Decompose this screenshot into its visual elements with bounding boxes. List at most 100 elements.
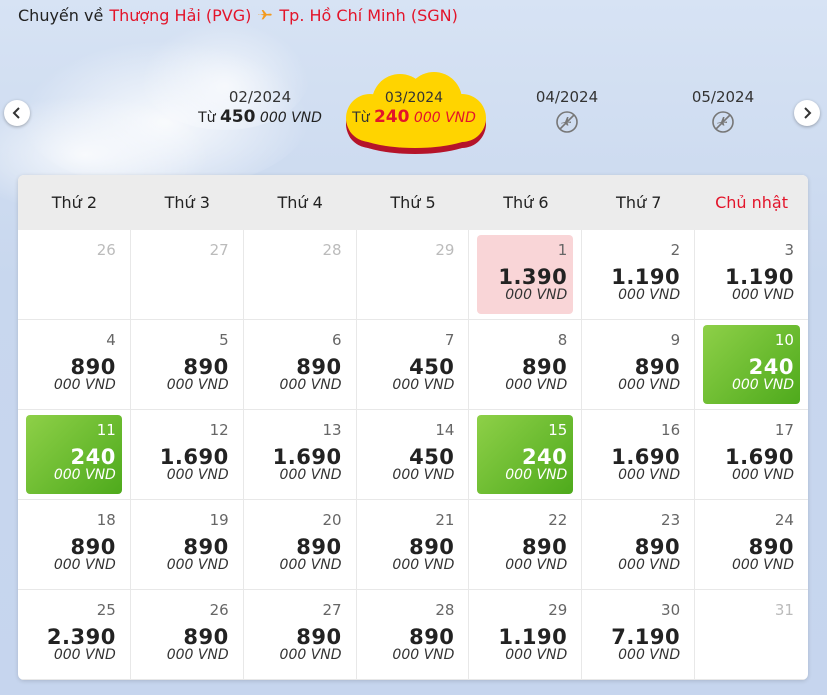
day-number: 20 [322,511,342,529]
day-price: 1.390 [498,265,568,289]
day-price: 890 [409,625,455,649]
calendar-day-cell[interactable]: 16 1.690 000 VND [582,410,696,500]
calendar-day-cell[interactable]: 14 450 000 VND [356,410,470,500]
price-unit: 000 VND [279,467,342,483]
price-unit: 000 VND [618,287,681,303]
calendar-day-cell[interactable]: 28 890 000 VND [356,590,470,680]
calendar-day-cell[interactable]: 13 1.690 000 VND [243,410,357,500]
day-number: 6 [332,331,342,349]
calendar-day-cell[interactable]: 4 890 000 VND [18,320,131,410]
day-number: 1 [557,241,568,259]
calendar-day-cell[interactable]: 8 890 000 VND [469,320,583,410]
day-price: 7.190 [611,625,681,649]
day-price: 890 [183,535,229,559]
calendar-day-cell[interactable]: 7 450 000 VND [356,320,470,410]
month-tab-mar-selected[interactable]: 03/2024 Từ 240 000 VND [340,68,488,154]
calendar-day-cell[interactable]: 9 890 000 VND [582,320,696,410]
price-unit: 000 VND [731,287,794,303]
calendar-day-cell[interactable]: 15 240 000 VND [469,410,583,500]
price-unit: 000 VND [279,377,342,393]
calendar-day-cell[interactable]: 21 890 000 VND [356,500,470,590]
weekday-tue: Thứ 3 [164,193,210,212]
calendar-day-cell[interactable]: 20 890 000 VND [243,500,357,590]
day-price: 240 [521,445,568,469]
day-price: 890 [409,535,455,559]
day-number: 26 [96,241,116,259]
calendar-day-cell[interactable]: 3 1.190 000 VND [695,230,808,320]
day-price: 890 [748,535,794,559]
day-cell-content: 12 1.690 000 VND [139,415,235,494]
day-number: 16 [661,421,681,439]
day-price: 890 [634,535,681,559]
day-number: 21 [435,511,455,529]
calendar-day-cell[interactable]: 26 890 000 VND [130,590,244,680]
day-number: 15 [548,421,568,439]
month-tab-may[interactable]: 05/2024 [648,88,798,138]
calendar-day-cell[interactable]: 5 890 000 VND [130,320,244,410]
calendar-day-cell: 26 [18,230,131,320]
price-unit: 000 VND [53,647,116,663]
day-price: 890 [521,355,568,379]
calendar-day-cell[interactable]: 19 890 000 VND [130,500,244,590]
price-unit: 000 VND [618,467,681,483]
calendar-day-cell[interactable]: 23 890 000 VND [582,500,696,590]
calendar-day-cell[interactable]: 18 890 000 VND [18,500,131,590]
day-cell-content: 6 890 000 VND [252,325,348,404]
day-number: 27 [322,601,342,619]
calendar-day-cell[interactable]: 27 890 000 VND [243,590,357,680]
day-cell-content: 22 890 000 VND [477,505,573,584]
day-cell-content: 4 890 000 VND [26,325,122,404]
calendar-day-cell[interactable]: 17 1.690 000 VND [695,410,808,500]
day-number: 10 [774,331,794,349]
day-cell-content: 30 7.190 000 VND [590,595,686,674]
day-number: 19 [209,511,229,529]
day-cell-content: 17 1.690 000 VND [703,415,800,494]
calendar-day-cell[interactable]: 6 890 000 VND [243,320,357,410]
month-label: 04/2024 [535,88,599,106]
price-unit: 000 VND [392,557,455,573]
calendar-day-cell[interactable]: 24 890 000 VND [695,500,808,590]
weekday-fri: Thứ 6 [503,193,549,212]
month-label: 05/2024 [691,88,755,106]
calendar-day-cell[interactable]: 10 240 000 VND [695,320,808,410]
weekday-header: Thứ 2 Thứ 3 Thứ 4 Thứ 5 Thứ 6 Thứ 7 Chủ … [18,175,808,230]
day-number: 18 [96,511,116,529]
calendar-day-cell[interactable]: 30 7.190 000 VND [582,590,696,680]
price-unit: 000 VND [505,377,568,393]
calendar-day-cell[interactable]: 11 240 000 VND [18,410,131,500]
day-cell-content: 31 [703,595,800,674]
calendar-day-cell[interactable]: 25 2.390 000 VND [18,590,131,680]
weekday-wed: Thứ 4 [277,193,323,212]
day-number: 31 [774,601,794,619]
month-tab-apr[interactable]: 04/2024 [492,88,642,138]
calendar-day-cell[interactable]: 1 1.390 000 VND [469,230,583,320]
origin-city: Thượng Hải (PVG) [109,6,252,25]
month-label: 03/2024 [384,90,444,106]
day-number: 28 [435,601,455,619]
day-number: 9 [670,331,681,349]
day-cell-content: 1 1.390 000 VND [477,235,574,314]
day-cell-content: 28 890 000 VND [365,595,461,674]
price-unit: 000 VND [166,647,229,663]
day-number: 7 [444,331,455,349]
day-number: 8 [557,331,568,349]
calendar-day-cell[interactable]: 22 890 000 VND [469,500,583,590]
price-unit: 000 VND [505,287,568,303]
month-tab-feb[interactable]: 02/2024 Từ 450 000 VND [185,88,335,127]
calendar-day-cell[interactable]: 12 1.690 000 VND [130,410,244,500]
day-number: 17 [774,421,794,439]
day-cell-content: 27 [139,235,235,314]
day-price: 450 [409,355,455,379]
month-min-price: Từ 450 000 VND [198,107,322,127]
prev-month-button[interactable] [4,100,30,126]
day-price: 890 [70,355,116,379]
calendar-grid: 26 27 28 29 1 1.390 000 VND 2 1.190 000 VND 3 1.190… [18,230,808,680]
weekday-mon: Thứ 2 [51,193,98,212]
calendar-day-cell[interactable]: 2 1.190 000 VND [582,230,696,320]
day-cell-content: 25 2.390 000 VND [26,595,122,674]
day-cell-content: 21 890 000 VND [365,505,461,584]
calendar-day-cell: 31 [695,590,808,680]
day-cell-content: 3 1.190 000 VND [703,235,800,314]
price-unit: 000 VND [53,467,116,483]
calendar-day-cell[interactable]: 29 1.190 000 VND [469,590,583,680]
